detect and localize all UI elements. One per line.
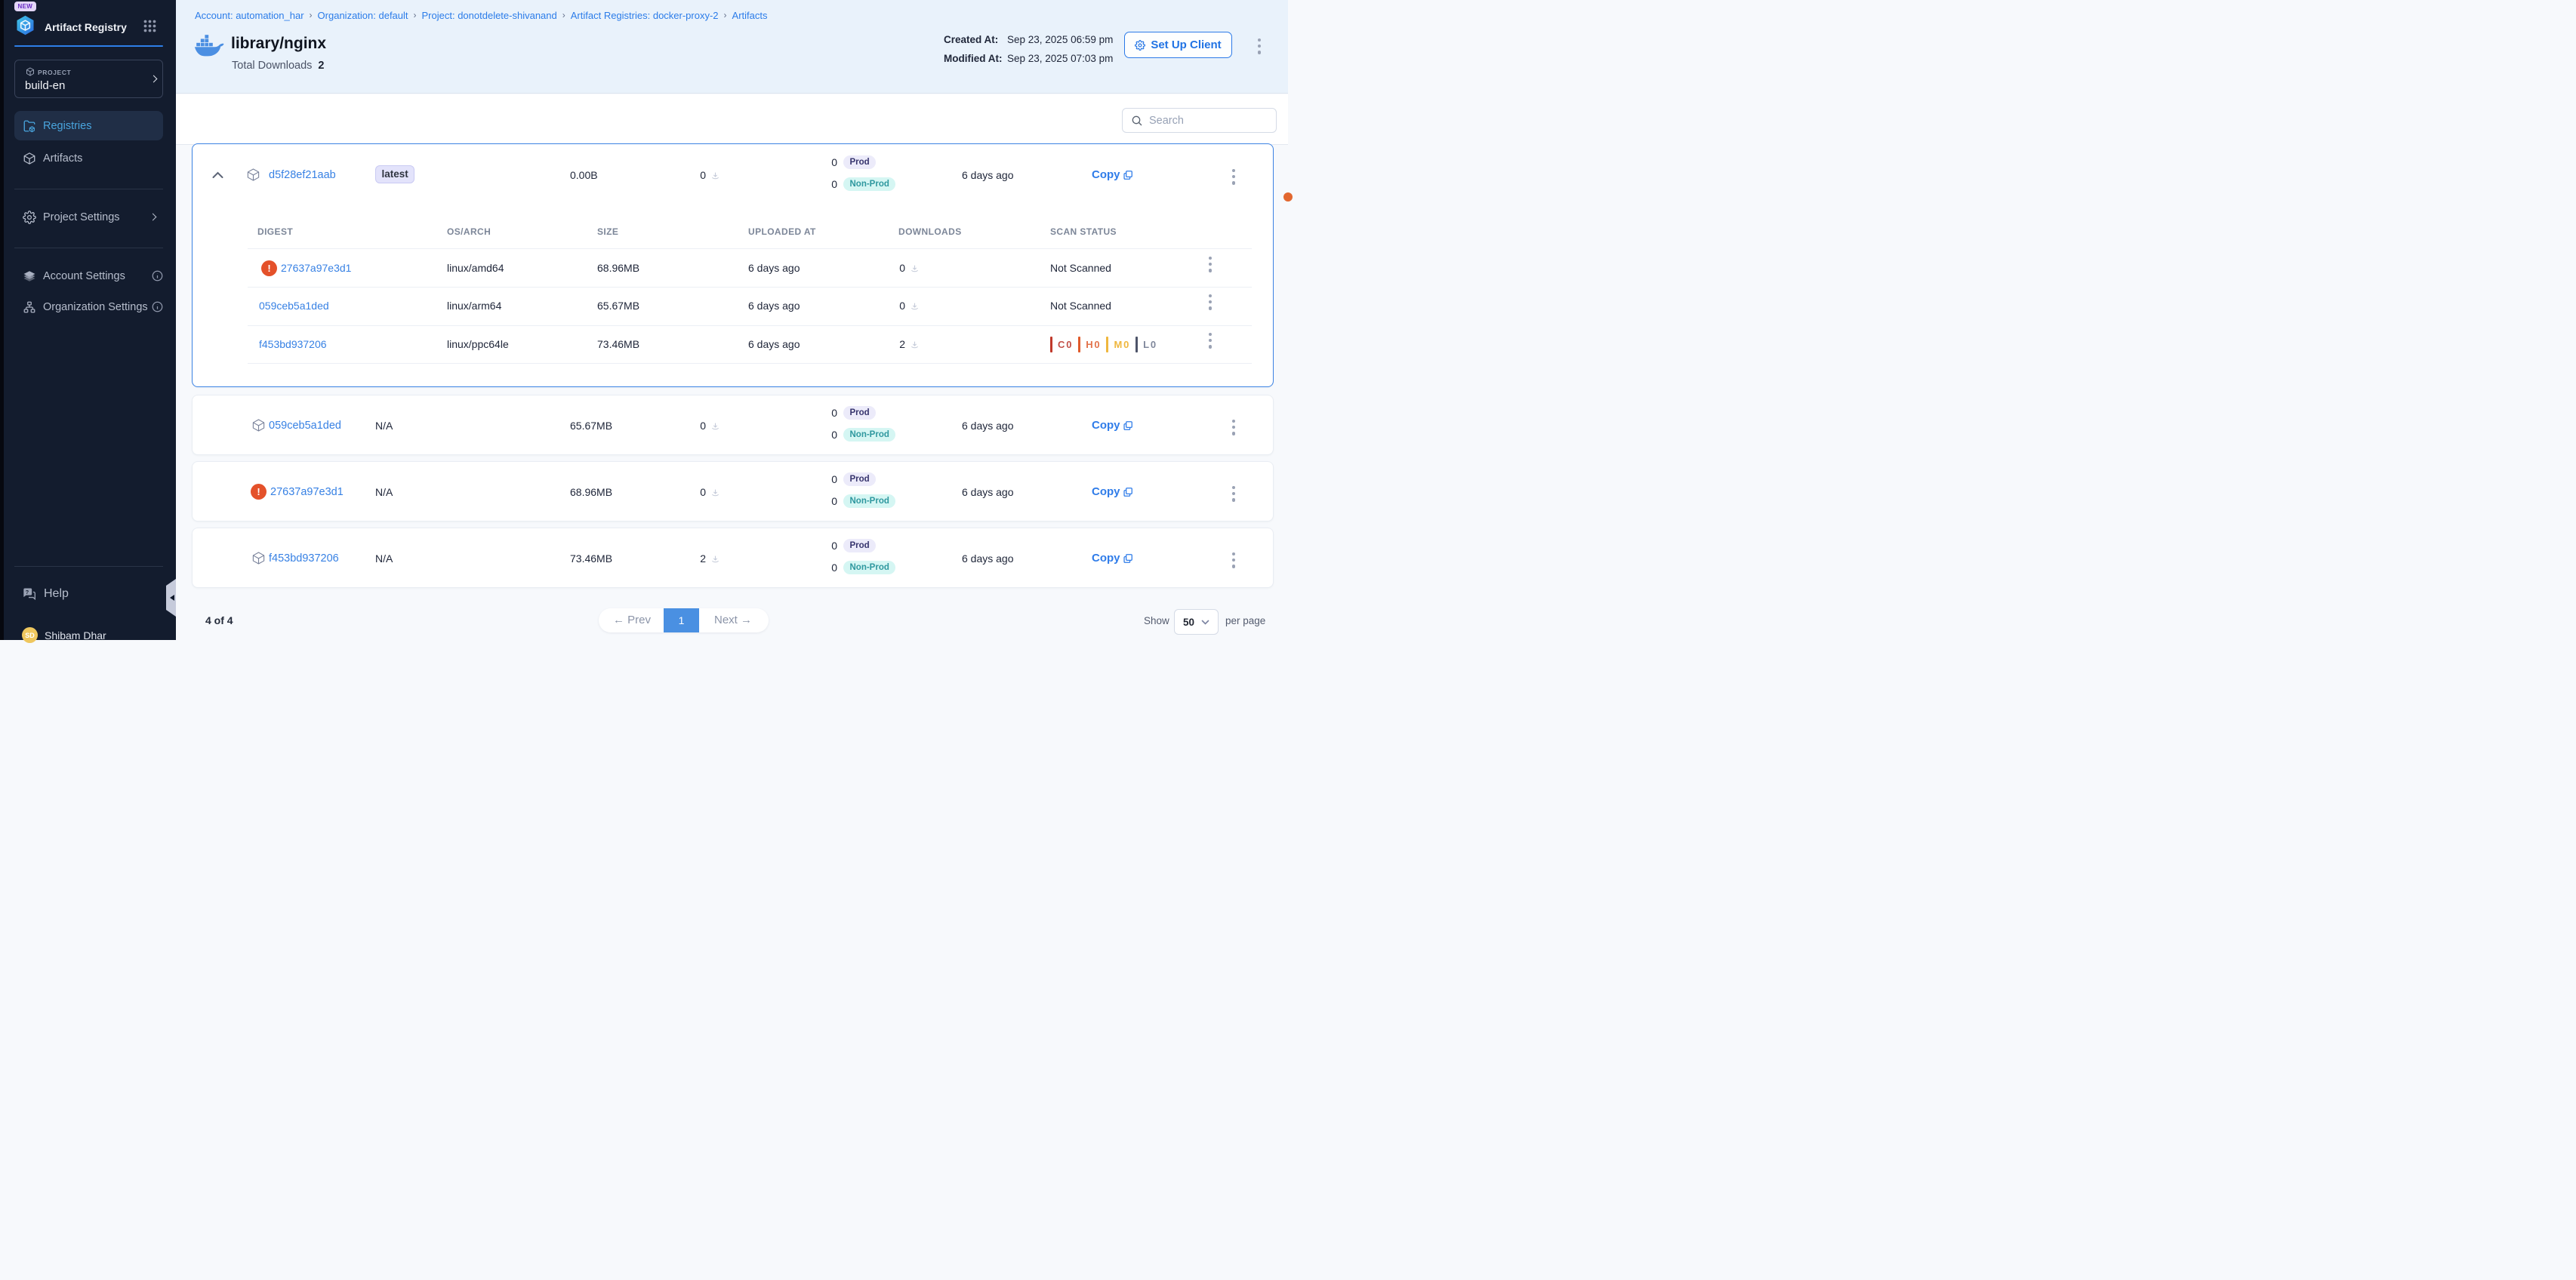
svg-text:?: ?	[26, 589, 29, 595]
